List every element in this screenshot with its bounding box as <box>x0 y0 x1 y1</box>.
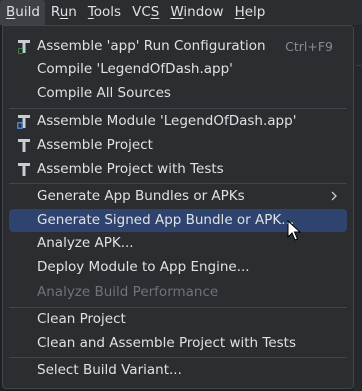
menu-run-label-post: n <box>68 4 77 20</box>
mouse-pointer-icon <box>287 219 302 242</box>
menu-run[interactable]: Run <box>45 0 82 25</box>
menu-tools-label-post: ools <box>93 4 122 20</box>
menu-separator <box>9 108 347 109</box>
assemble-module-icon <box>16 113 32 130</box>
menu-item-label: Clean and Assemble Project with Tests <box>37 335 296 351</box>
menu-item-compile-all-sources[interactable]: Compile All Sources <box>9 82 347 105</box>
menu-help[interactable]: Help <box>229 0 271 25</box>
menu-item-assemble-module[interactable]: Assemble Module 'LegendOfDash.app' <box>9 110 347 133</box>
main-menubar: Build Run Tools VCS Window Help <box>0 0 362 25</box>
menu-item-label: Compile 'LegendOfDash.app' <box>37 61 233 77</box>
menu-separator <box>9 183 347 184</box>
menu-tools[interactable]: Tools <box>82 0 126 25</box>
menu-item-label: Deploy Module to App Engine... <box>37 259 250 275</box>
menu-build-mnemonic: B <box>6 4 16 20</box>
menu-item-clean-project[interactable]: Clean Project <box>9 308 347 331</box>
menu-window-label-post: indow <box>183 4 224 20</box>
menu-item-label: Analyze APK... <box>37 235 134 251</box>
menu-separator <box>9 357 347 358</box>
menu-vcs-mnemonic: S <box>150 4 160 20</box>
menu-item-label: Assemble 'app' Run Configuration <box>37 38 266 54</box>
background-line <box>356 65 362 66</box>
background-edge <box>354 25 362 391</box>
menu-help-label-post: elp <box>244 4 266 20</box>
menu-build[interactable]: Build <box>0 0 45 25</box>
menu-item-select-build-variant[interactable]: Select Build Variant... <box>9 359 347 382</box>
menu-item-deploy-app-engine[interactable]: Deploy Module to App Engine... <box>9 256 347 279</box>
menu-item-clean-assemble-tests[interactable]: Clean and Assemble Project with Tests <box>9 332 347 355</box>
menu-help-mnemonic: H <box>234 4 245 20</box>
menu-window-mnemonic: W <box>170 4 184 20</box>
menu-item-label: Assemble Project with Tests <box>37 161 224 177</box>
menu-item-analyze-build-performance: Analyze Build Performance <box>9 281 347 304</box>
chevron-right-icon <box>329 190 339 202</box>
menu-item-label: Generate Signed App Bundle or APK... <box>37 212 295 228</box>
menu-item-label: Clean Project <box>37 311 126 327</box>
build-menu-dropdown: Assemble 'app' Run Configuration Ctrl+F9… <box>2 25 354 389</box>
assemble-run-config-icon <box>16 38 32 55</box>
menu-item-assemble-project-tests[interactable]: Assemble Project with Tests <box>9 158 347 181</box>
menu-item-label: Compile All Sources <box>37 85 171 101</box>
menu-item-compile-app[interactable]: Compile 'LegendOfDash.app' <box>9 58 347 81</box>
menu-run-mnemonic: u <box>59 4 69 20</box>
hammer-icon <box>16 161 32 178</box>
menu-item-assemble-project[interactable]: Assemble Project <box>9 134 347 157</box>
hammer-icon <box>16 137 32 154</box>
menu-window[interactable]: Window <box>164 0 228 25</box>
menu-build-label-post: uild <box>15 4 40 20</box>
menu-item-assemble-run-config[interactable]: Assemble 'app' Run Configuration Ctrl+F9 <box>9 35 347 58</box>
menu-item-label: Analyze Build Performance <box>37 284 219 300</box>
menu-run-label-pre: R <box>50 4 60 20</box>
menu-item-shortcut: Ctrl+F9 <box>285 39 333 54</box>
menu-item-label: Select Build Variant... <box>37 362 182 378</box>
menu-item-generate-bundles[interactable]: Generate App Bundles or APKs <box>9 185 347 208</box>
menu-item-label: Assemble Module 'LegendOfDash.app' <box>37 113 297 129</box>
menu-vcs[interactable]: VCS <box>126 0 164 25</box>
menu-item-label: Assemble Project <box>37 137 153 153</box>
menu-vcs-label-pre: VC <box>132 4 151 20</box>
menu-item-label: Generate App Bundles or APKs <box>37 188 245 204</box>
